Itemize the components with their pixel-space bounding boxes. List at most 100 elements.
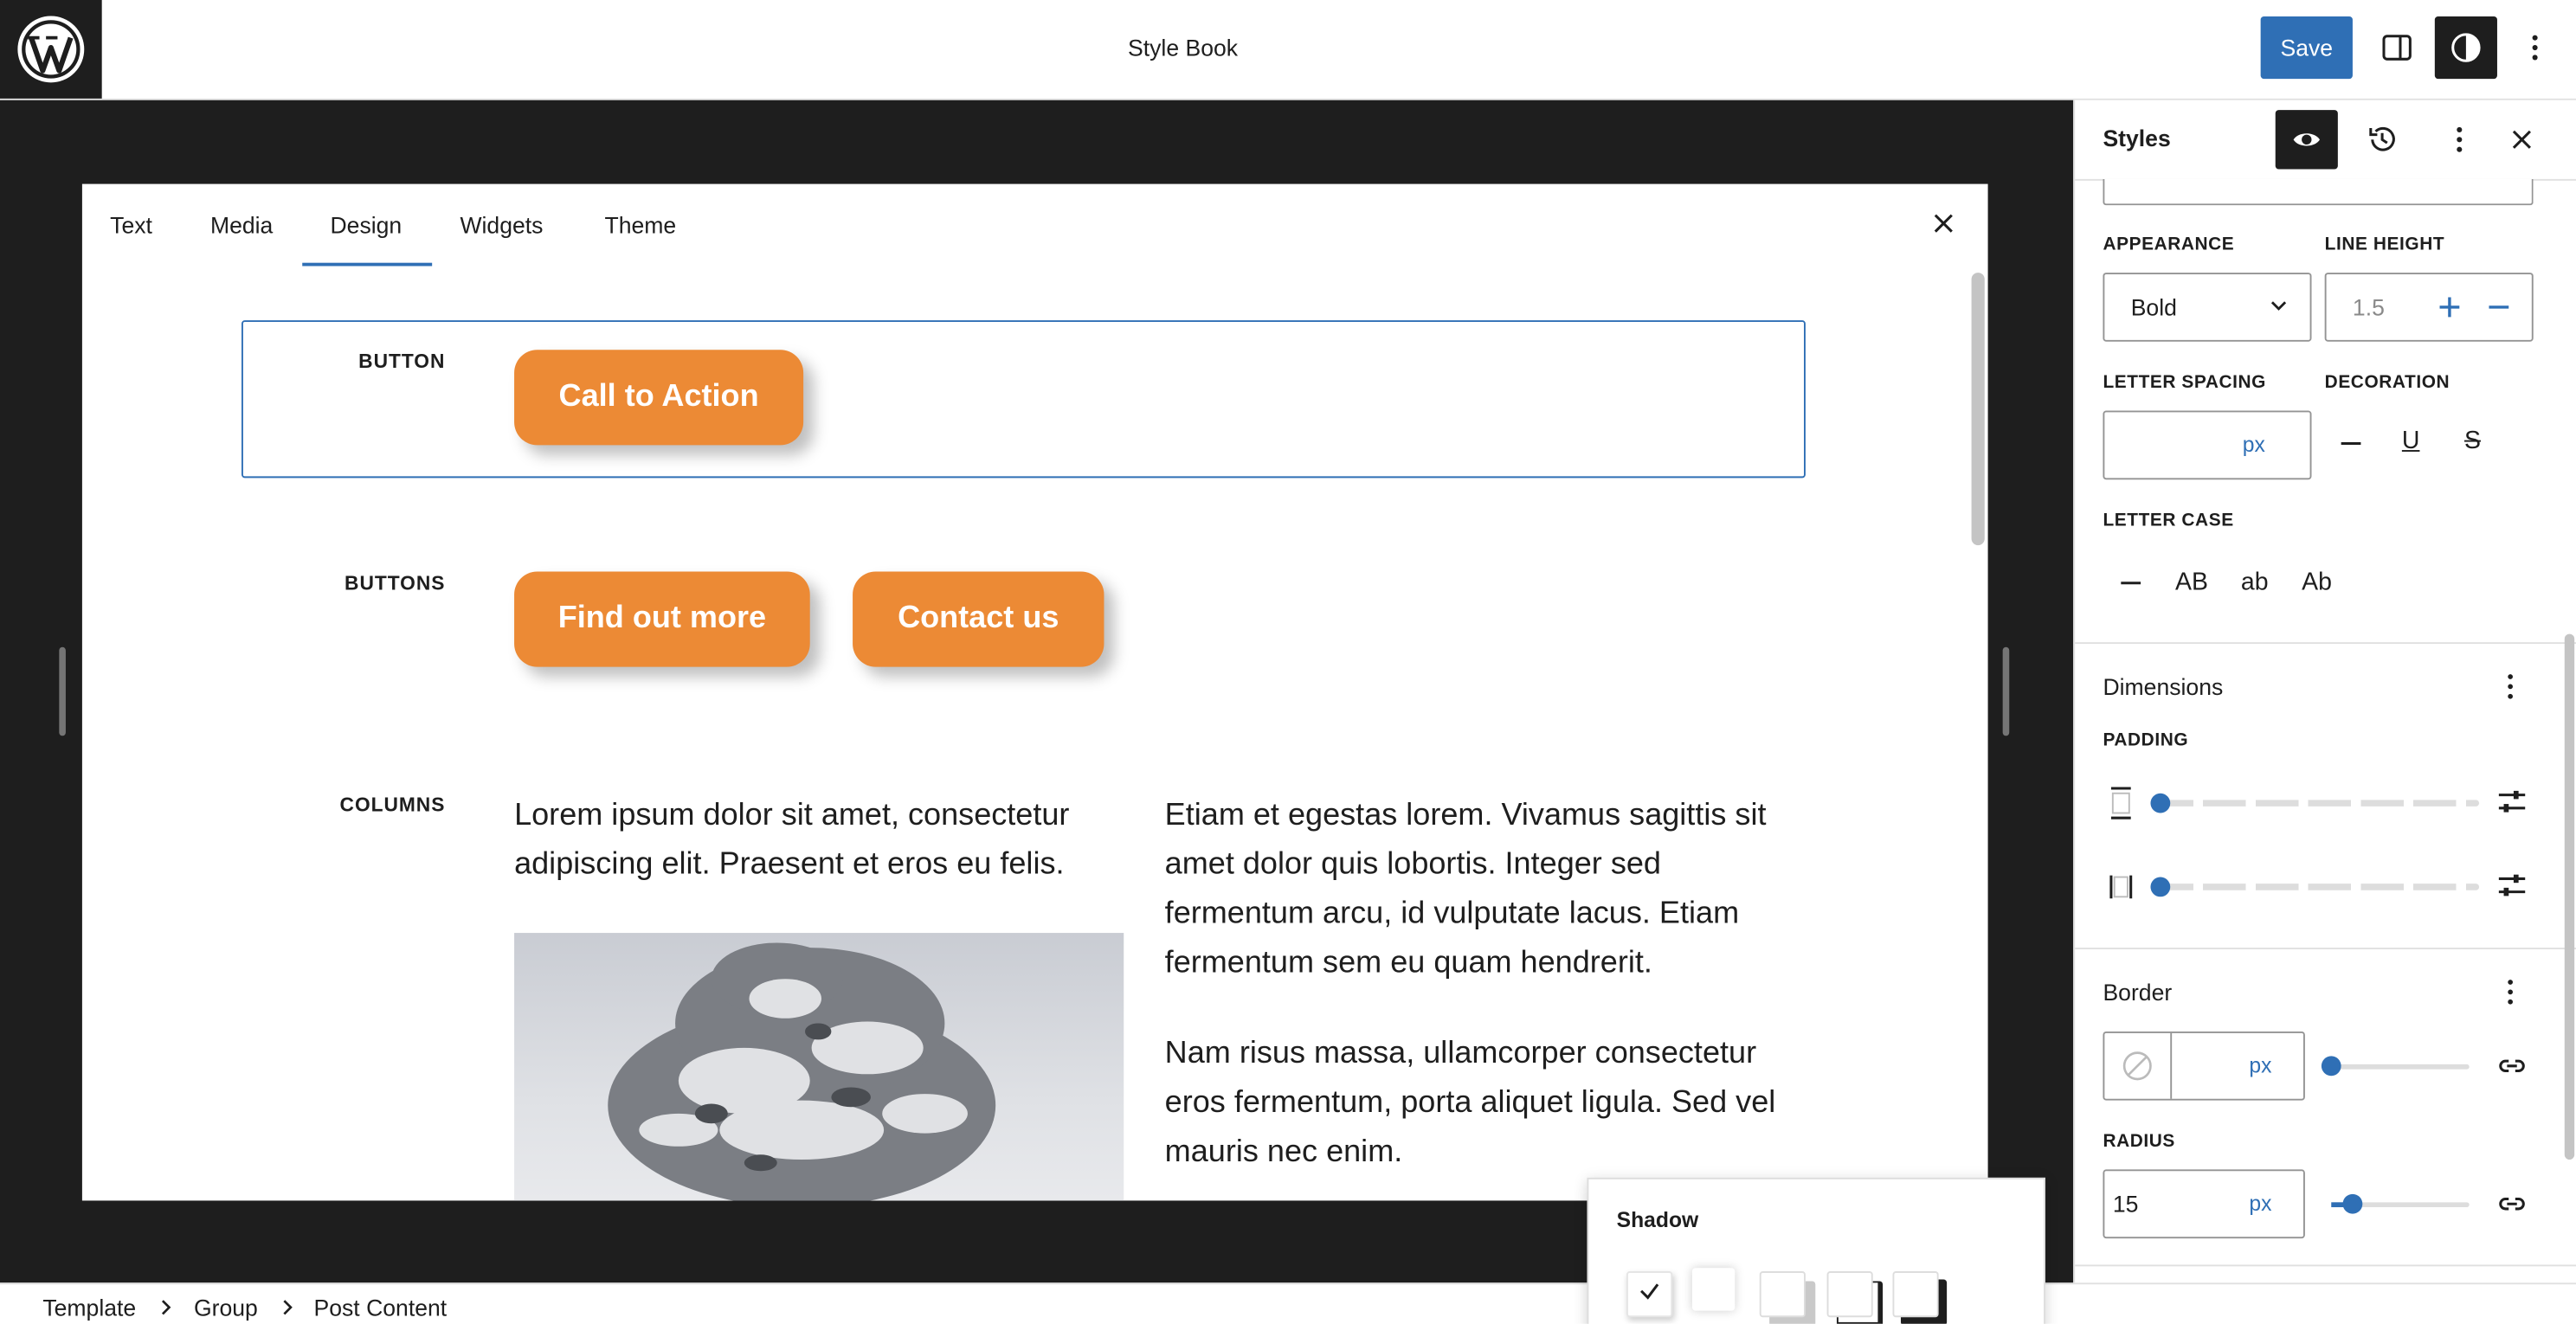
padding-vertical-icon — [2108, 785, 2134, 829]
styles-contrast-icon[interactable] — [2434, 16, 2497, 80]
padding-horizontal-slider-handle[interactable] — [2150, 877, 2171, 897]
shadow-popover-title: Shadow — [1616, 1207, 1699, 1232]
chevron-right-icon — [159, 1284, 172, 1324]
sidebar-scrollbar[interactable] — [2564, 633, 2575, 1160]
styles-sidebar-header: Styles — [2075, 100, 2576, 181]
save-button[interactable]: Save — [2260, 16, 2353, 80]
radius-label: RADIUS — [2103, 1131, 2175, 1152]
breadcrumb-item-template[interactable]: Template — [42, 1284, 136, 1324]
radius-input[interactable]: 15 px — [2103, 1169, 2305, 1239]
border-width-slider-handle[interactable] — [2321, 1056, 2341, 1077]
border-width-slider[interactable] — [2331, 1064, 2470, 1070]
editor-header: Style Book Save — [0, 0, 2576, 100]
tab-theme[interactable]: Theme — [604, 184, 676, 263]
tab-text[interactable]: Text — [110, 184, 152, 263]
section-label-buttons: BUTTONS — [345, 571, 446, 595]
font-size-field-partial[interactable] — [2103, 178, 2534, 206]
chevron-down-icon — [2269, 294, 2289, 325]
border-color-swatch[interactable] — [2104, 1032, 2173, 1099]
line-height-label: LINE HEIGHT — [2324, 235, 2445, 255]
styles-sidebar: Styles APPEARANCE LINE HEIGHT Bold 1.5 L… — [2073, 100, 2576, 1283]
column-right-text-1: Etiam et egestas lorem. Vivamus sagittis… — [1164, 798, 1767, 981]
radius-value: 15 — [2112, 1191, 2139, 1218]
letter-spacing-label: LETTER SPACING — [2103, 372, 2266, 393]
appearance-label: APPEARANCE — [2103, 235, 2235, 255]
appearance-value: Bold — [2130, 293, 2177, 321]
call-to-action-button[interactable]: Call to Action — [514, 350, 804, 446]
column-right-text-2: Nam risus massa, ullamcorper consectetur… — [1164, 1036, 1776, 1170]
plus-icon[interactable] — [2435, 292, 2464, 331]
letter-case-capitalize[interactable]: Ab — [2302, 569, 2332, 596]
column-left-text: Lorem ipsum dolor sit amet, consectetur … — [514, 798, 1070, 883]
border-options-kebab-icon[interactable] — [2494, 975, 2527, 1008]
section-label-button: BUTTON — [358, 350, 446, 373]
letter-case-none-icon[interactable] — [2118, 569, 2144, 607]
tab-widgets[interactable]: Widgets — [460, 184, 543, 263]
active-tab-indicator — [302, 262, 433, 267]
link-corners-icon[interactable] — [2496, 1187, 2528, 1228]
link-sides-icon[interactable] — [2496, 1050, 2528, 1090]
revisions-history-icon[interactable] — [2351, 110, 2413, 169]
line-height-placeholder: 1.5 — [2352, 293, 2385, 321]
chevron-right-icon — [281, 1284, 294, 1324]
document-title[interactable]: Style Book — [0, 0, 2366, 99]
contact-us-button[interactable]: Contact us — [853, 571, 1104, 667]
styles-title: Styles — [2103, 125, 2171, 151]
decoration-none-icon[interactable] — [2338, 428, 2364, 466]
padding-horizontal-slider[interactable] — [2150, 884, 2480, 890]
padding-label: PADDING — [2103, 730, 2189, 751]
section-divider — [2075, 948, 2576, 950]
padding-horizontal-settings-icon[interactable] — [2496, 869, 2528, 909]
minus-icon[interactable] — [2484, 292, 2514, 331]
letter-spacing-unit[interactable]: px — [2243, 432, 2265, 456]
section-divider — [2075, 1264, 2576, 1267]
padding-vertical-slider-handle[interactable] — [2150, 793, 2171, 813]
shadow-popover: Shadow — [1587, 1177, 2046, 1324]
radius-unit[interactable]: px — [2249, 1191, 2271, 1215]
dimensions-title: Dimensions — [2103, 673, 2224, 700]
padding-vertical-slider[interactable] — [2150, 800, 2480, 807]
border-width-input[interactable]: px — [2103, 1031, 2305, 1101]
appearance-select[interactable]: Bold — [2103, 273, 2312, 342]
tab-media[interactable]: Media — [210, 184, 273, 263]
shadow-option-deep[interactable] — [1759, 1271, 1806, 1318]
letter-case-label: LETTER CASE — [2103, 511, 2234, 531]
shadow-option-outlined[interactable] — [1826, 1271, 1873, 1318]
letter-case-uppercase[interactable]: AB — [2175, 569, 2208, 596]
section-divider — [2075, 642, 2576, 645]
shadow-option-crisp[interactable] — [1892, 1271, 1939, 1318]
border-title: Border — [2103, 979, 2173, 1006]
breadcrumb: Template Group Post Content — [0, 1282, 2576, 1324]
line-height-input[interactable]: 1.5 — [2324, 273, 2534, 342]
resize-handle-right[interactable] — [2002, 646, 2010, 736]
letter-case-lowercase[interactable]: ab — [2241, 569, 2269, 596]
shadow-option-natural[interactable] — [1691, 1268, 1736, 1311]
padding-horizontal-icon — [2108, 869, 2134, 913]
border-width-unit[interactable]: px — [2249, 1053, 2271, 1077]
close-icon[interactable] — [1922, 203, 1965, 246]
tab-design[interactable]: Design — [330, 184, 402, 263]
dimensions-options-kebab-icon[interactable] — [2494, 670, 2527, 703]
style-book-frame: Text Media Design Widgets Theme BUTTON C… — [81, 183, 1988, 1201]
sidebar-toggle-icon[interactable] — [2366, 16, 2428, 79]
decoration-label: DECORATION — [2324, 372, 2450, 393]
padding-vertical-settings-icon[interactable] — [2496, 785, 2528, 826]
style-book-tabs: Text Media Design Widgets Theme — [82, 184, 1988, 267]
find-out-more-button[interactable]: Find out more — [514, 571, 810, 667]
letter-spacing-input[interactable]: px — [2103, 410, 2312, 480]
decoration-underline-icon[interactable]: U — [2402, 427, 2420, 454]
style-book-eye-icon[interactable] — [2275, 110, 2338, 170]
shadow-option-none-check-icon[interactable] — [1626, 1271, 1673, 1318]
selected-button-example[interactable] — [242, 320, 1806, 479]
preview-scrollbar[interactable] — [1971, 273, 1985, 546]
styles-more-kebab-icon[interactable] — [2443, 123, 2476, 156]
snowy-tree-image — [514, 933, 1124, 1201]
options-kebab-icon[interactable] — [2504, 16, 2566, 79]
breadcrumb-item-post-content[interactable]: Post Content — [314, 1284, 448, 1324]
close-sidebar-icon[interactable] — [2505, 123, 2538, 156]
radius-slider-handle[interactable] — [2342, 1193, 2363, 1214]
decoration-strikethrough-icon[interactable]: S — [2464, 427, 2481, 454]
section-label-columns: COLUMNS — [339, 793, 446, 817]
resize-handle-left[interactable] — [59, 646, 66, 736]
breadcrumb-item-group[interactable]: Group — [194, 1284, 258, 1324]
